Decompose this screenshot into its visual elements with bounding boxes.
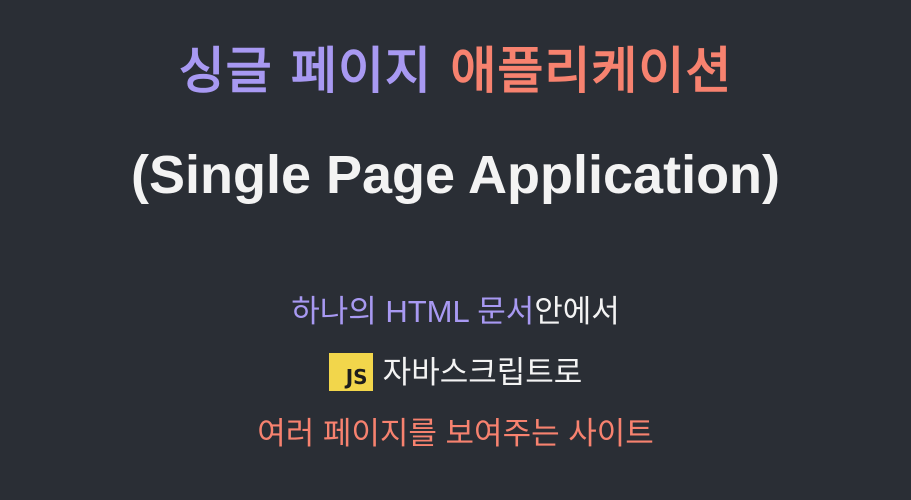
description-line-3-text: 여러 페이지를 보여주는 사이트 <box>257 416 654 451</box>
description-line-1-rest: 안에서 <box>534 294 620 329</box>
description-line-2-text: 자바스크립트로 <box>382 355 583 390</box>
javascript-logo-icon: JS <box>328 352 373 391</box>
description-line-2: JS 자바스크립트로 <box>0 351 911 395</box>
description-line-1: 하나의 HTML 문서안에서 <box>0 290 911 334</box>
description-line-3: 여러 페이지를 보여주는 사이트 <box>0 412 911 456</box>
title-korean-part1: 싱글 페이지 <box>178 42 432 100</box>
title-english: (Single Page Application) <box>130 145 781 205</box>
description-line-1-highlight: 하나의 HTML 문서 <box>291 294 535 329</box>
javascript-logo-text: JS <box>345 364 368 389</box>
slide: 싱글 페이지 애플리케이션 (Single Page Application) … <box>0 0 911 500</box>
title-korean-part2: 애플리케이션 <box>450 42 733 100</box>
title-korean: 싱글 페이지 애플리케이션 <box>0 36 911 106</box>
